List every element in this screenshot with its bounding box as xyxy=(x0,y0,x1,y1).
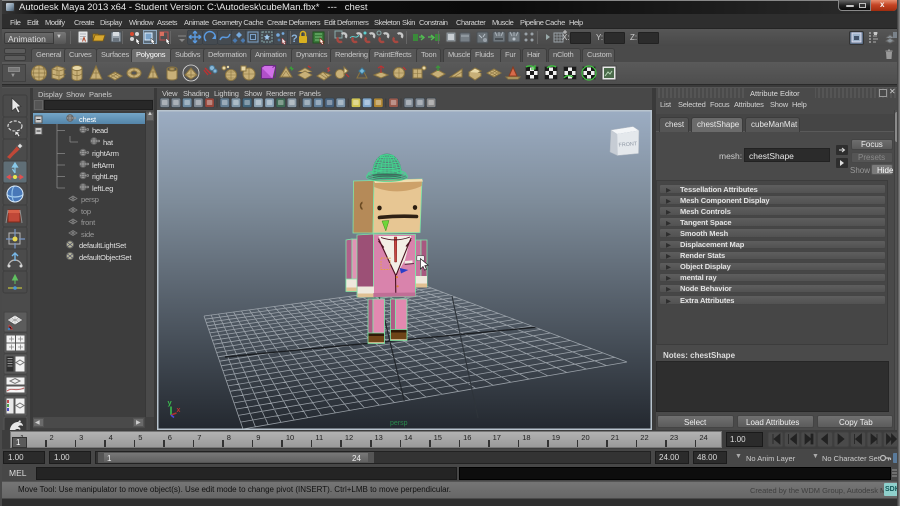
svg-text:persp: persp xyxy=(390,420,408,427)
svg-text:x: x xyxy=(177,407,181,414)
